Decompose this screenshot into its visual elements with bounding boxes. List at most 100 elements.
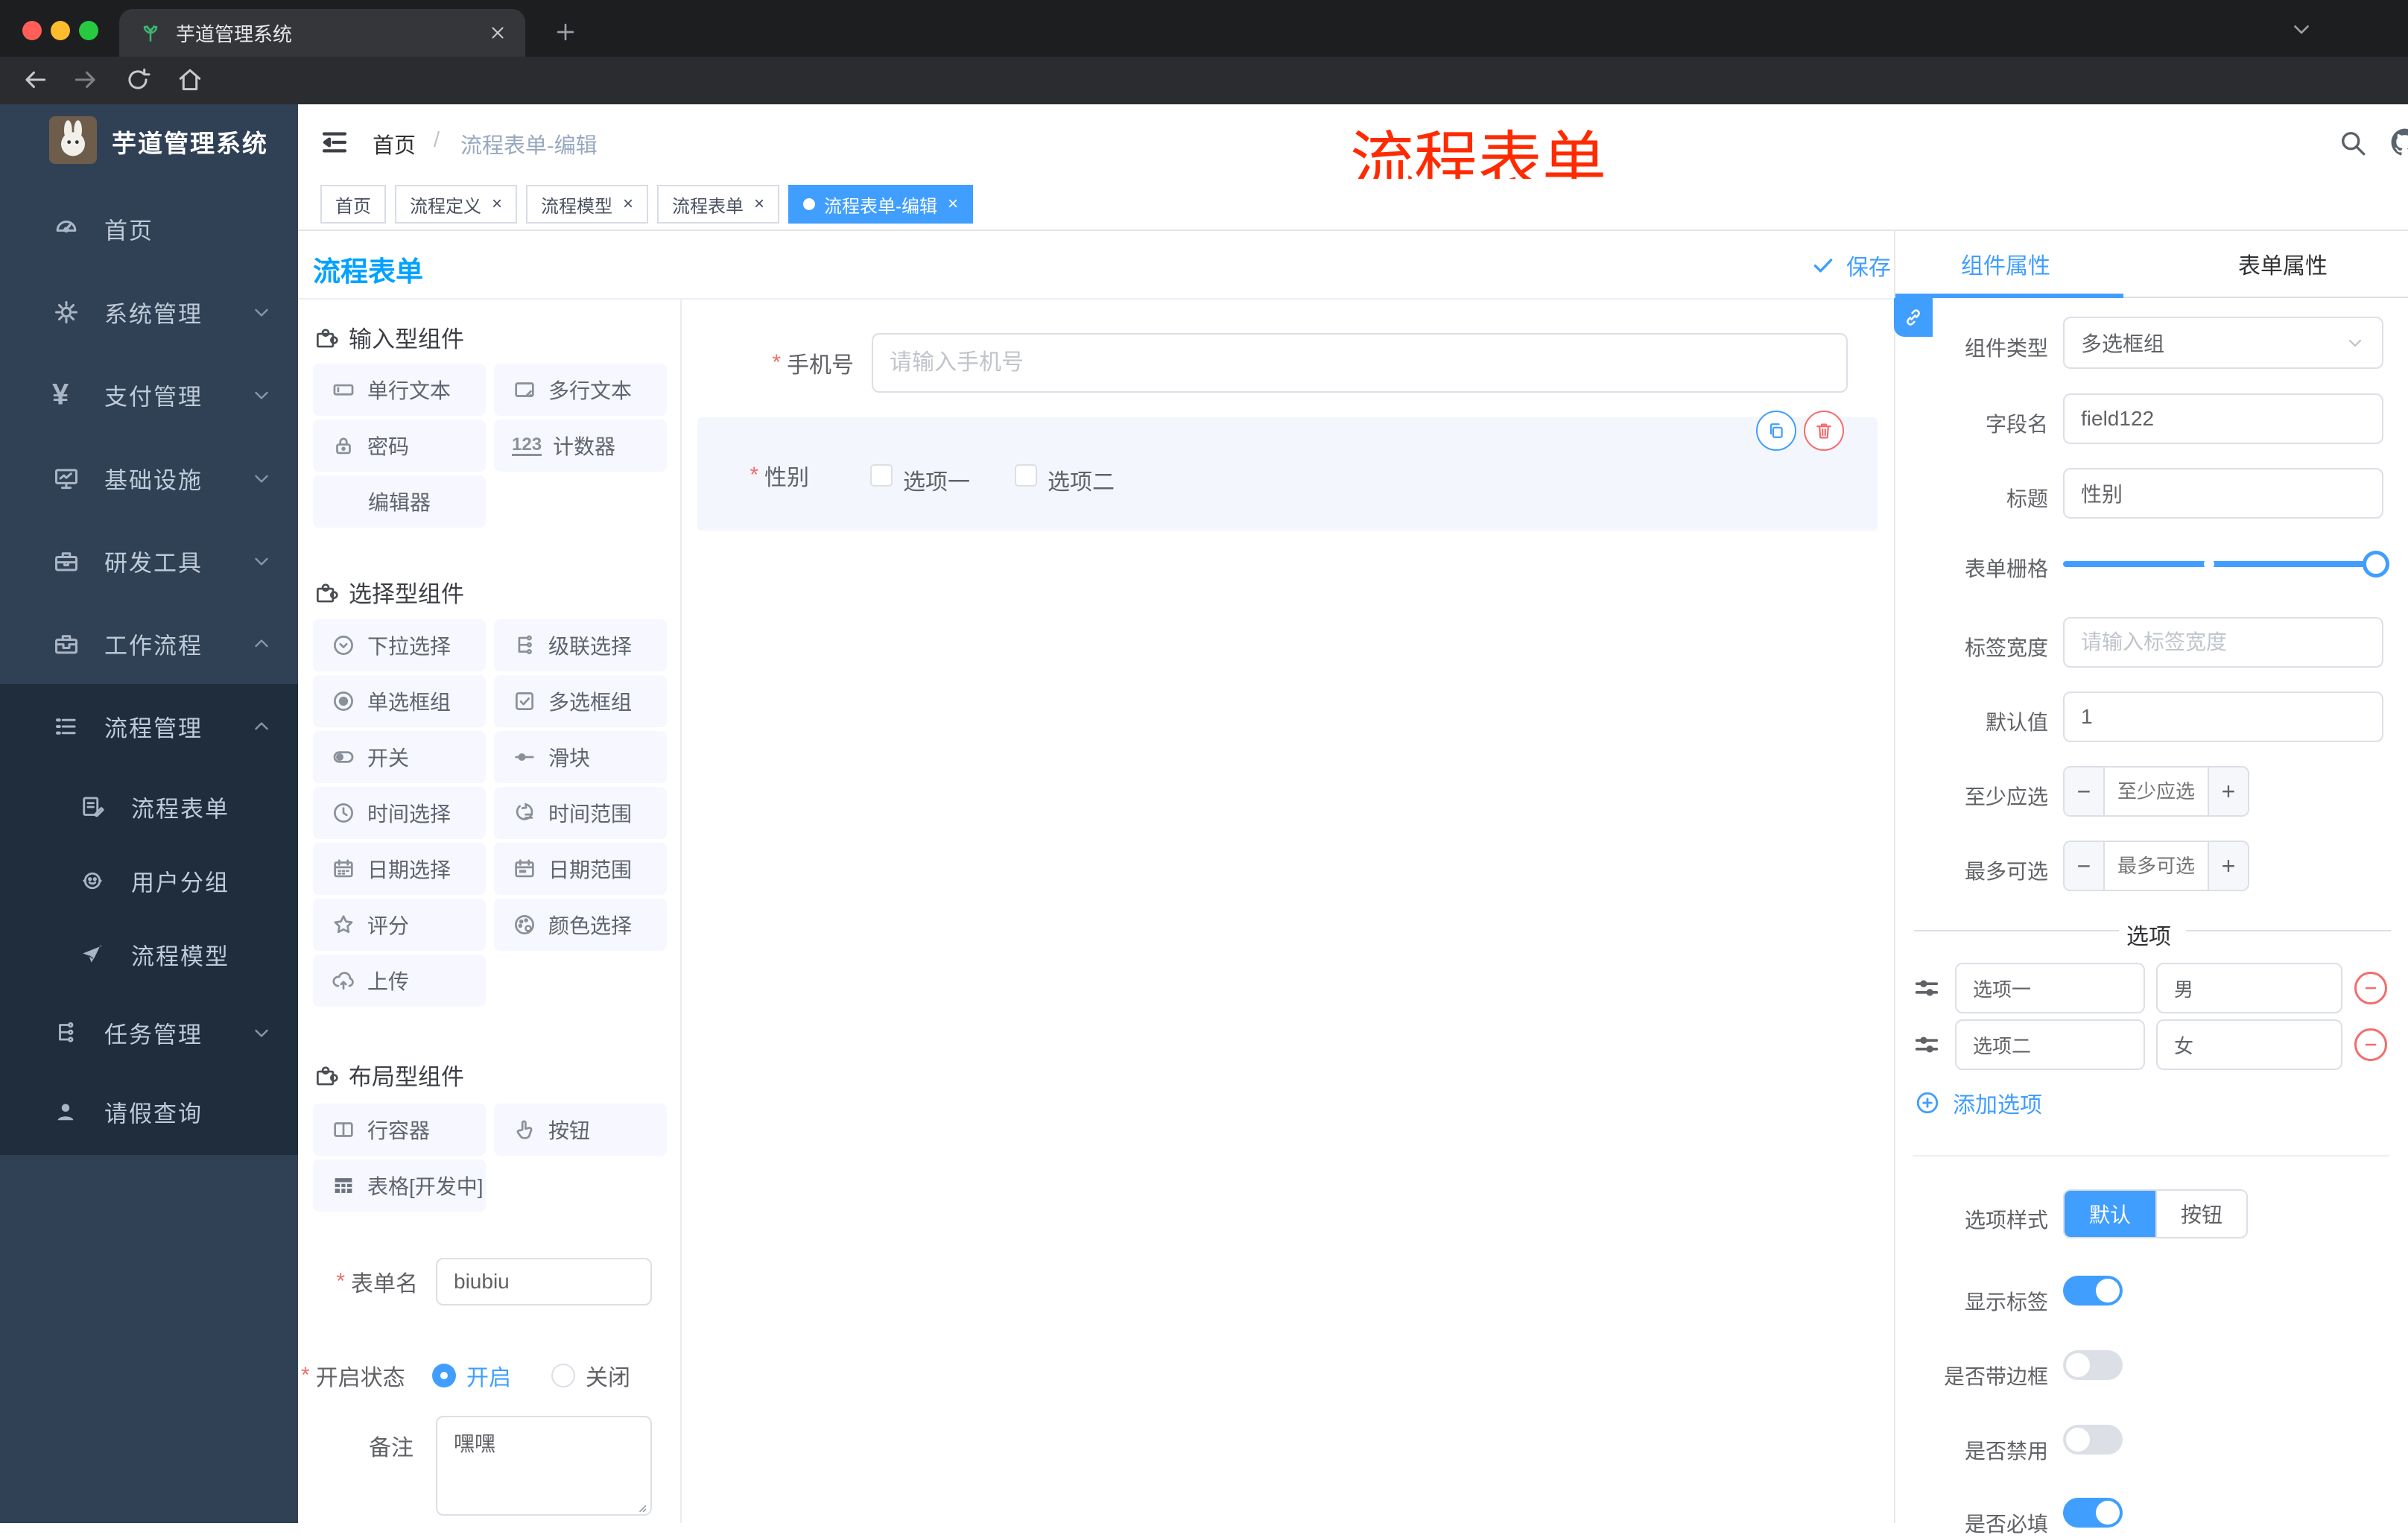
radio-on[interactable] bbox=[432, 1364, 456, 1387]
checkbox-option-1[interactable] bbox=[870, 464, 893, 487]
tag-process-definition[interactable]: 流程定义 × bbox=[395, 185, 518, 224]
tag-process-form-edit[interactable]: 流程表单-编辑 × bbox=[788, 185, 974, 224]
form-name-input[interactable] bbox=[436, 1258, 652, 1306]
minus-button[interactable]: − bbox=[2065, 842, 2105, 890]
palette-item-rate[interactable]: 评分 bbox=[313, 899, 486, 951]
collapse-panel-tab[interactable] bbox=[1894, 298, 1933, 337]
breadcrumb[interactable]: 首页 bbox=[373, 128, 416, 159]
option-1-name-input[interactable] bbox=[1955, 963, 2145, 1013]
plus-button[interactable]: + bbox=[2208, 842, 2248, 890]
hamburger-icon[interactable] bbox=[319, 127, 350, 158]
title-input[interactable] bbox=[2063, 468, 2383, 519]
drag-handle-icon[interactable] bbox=[1912, 1030, 1942, 1060]
delete-field-button[interactable] bbox=[1804, 411, 1844, 451]
palette-item-counter[interactable]: 123 计数器 bbox=[494, 420, 667, 472]
reload-icon[interactable] bbox=[124, 66, 152, 94]
style-button-button[interactable]: 按钮 bbox=[2155, 1191, 2246, 1237]
minimize-window-button[interactable] bbox=[51, 21, 70, 40]
min-select-input[interactable] bbox=[2105, 779, 2208, 804]
drag-handle-icon[interactable] bbox=[1912, 973, 1942, 1003]
checkbox-option-2[interactable] bbox=[1015, 464, 1037, 487]
close-icon[interactable]: × bbox=[623, 195, 633, 213]
sidebar-item-system[interactable]: 系统管理 bbox=[0, 272, 298, 352]
tag-home[interactable]: 首页 bbox=[320, 185, 386, 224]
palette-item-slider[interactable]: 滑块 bbox=[494, 731, 667, 783]
sidebar-item-process-form[interactable]: 流程表单 bbox=[0, 767, 298, 847]
sidebar-item-payment[interactable]: ¥ 支付管理 bbox=[0, 355, 298, 435]
style-default-button[interactable]: 默认 bbox=[2065, 1191, 2155, 1237]
palette-item-button[interactable]: 按钮 bbox=[494, 1104, 667, 1156]
palette-item-cascader[interactable]: 级联选择 bbox=[494, 619, 667, 671]
palette-item-editor[interactable]: 编辑器 bbox=[313, 475, 486, 528]
resize-handle-icon[interactable] bbox=[632, 1498, 648, 1514]
sidebar-logo[interactable]: 芋道管理系统 bbox=[0, 104, 298, 179]
radio-off-label[interactable]: 关闭 bbox=[586, 1359, 630, 1392]
forward-icon[interactable] bbox=[72, 66, 100, 94]
save-button[interactable]: 保存 bbox=[1810, 249, 1891, 282]
palette-item-switch[interactable]: 开关 bbox=[313, 731, 486, 783]
maximize-window-button[interactable] bbox=[79, 21, 98, 40]
close-window-button[interactable] bbox=[22, 21, 42, 40]
palette-item-time-picker[interactable]: 时间选择 bbox=[313, 787, 486, 839]
sidebar-item-workflow[interactable]: 工作流程 bbox=[0, 604, 298, 684]
sidebar-item-infra[interactable]: 基础设施 bbox=[0, 438, 298, 519]
palette-item-single-text[interactable]: 单行文本 bbox=[313, 364, 486, 416]
component-type-select[interactable]: 多选框组 bbox=[2063, 317, 2383, 369]
plus-button[interactable]: + bbox=[2208, 768, 2248, 815]
option-2-name-input[interactable] bbox=[1955, 1019, 2145, 1070]
checkbox-option-2-label[interactable]: 选项二 bbox=[1048, 463, 1115, 496]
close-icon[interactable]: × bbox=[492, 195, 502, 213]
remove-option-button[interactable] bbox=[2354, 972, 2387, 1004]
tag-process-model[interactable]: 流程模型 × bbox=[526, 185, 649, 224]
radio-off[interactable] bbox=[551, 1364, 575, 1387]
close-icon[interactable]: × bbox=[948, 195, 958, 213]
palette-item-checkbox-group[interactable]: 多选框组 bbox=[494, 675, 667, 727]
palette-item-select[interactable]: 下拉选择 bbox=[313, 619, 486, 671]
close-icon[interactable] bbox=[488, 23, 507, 42]
remark-textarea[interactable]: 嘿嘿 bbox=[436, 1416, 652, 1516]
form-canvas[interactable]: *手机号 *性别 选项一 选项二 bbox=[682, 300, 1892, 1523]
option-1-value-input[interactable] bbox=[2156, 963, 2342, 1013]
palette-item-time-range[interactable]: 时间范围 bbox=[494, 787, 667, 839]
sidebar-item-devtools[interactable]: 研发工具 bbox=[0, 521, 298, 601]
tab-form-props[interactable]: 表单属性 bbox=[2238, 231, 2328, 297]
search-icon[interactable] bbox=[2336, 127, 2368, 158]
grid-slider-track[interactable] bbox=[2063, 561, 2376, 567]
palette-item-date-range[interactable]: 日期范围 bbox=[494, 843, 667, 895]
label-width-input[interactable] bbox=[2063, 617, 2383, 668]
max-select-input[interactable] bbox=[2105, 853, 2208, 879]
disabled-switch[interactable] bbox=[2063, 1425, 2123, 1455]
palette-item-multi-text[interactable]: 多行文本 bbox=[494, 364, 667, 416]
checkbox-option-1-label[interactable]: 选项一 bbox=[903, 463, 970, 496]
option-2-value-input[interactable] bbox=[2156, 1019, 2342, 1070]
phone-field-input[interactable] bbox=[872, 333, 1848, 393]
sidebar-item-home[interactable]: 首页 bbox=[0, 189, 298, 269]
sidebar-item-user-group[interactable]: 用户分组 bbox=[0, 841, 298, 921]
palette-item-color-picker[interactable]: 颜色选择 bbox=[494, 899, 667, 951]
radio-on-label[interactable]: 开启 bbox=[466, 1359, 511, 1392]
tab-component-props[interactable]: 组件属性 bbox=[1961, 231, 2050, 297]
add-option-button[interactable]: 添加选项 bbox=[1914, 1086, 2042, 1119]
remove-option-button[interactable] bbox=[2354, 1028, 2387, 1061]
required-switch[interactable] bbox=[2063, 1498, 2123, 1528]
new-tab-icon[interactable] bbox=[553, 19, 578, 45]
close-icon[interactable]: × bbox=[754, 195, 764, 213]
palette-item-password[interactable]: 密码 bbox=[313, 420, 486, 472]
tag-process-form[interactable]: 流程表单 × bbox=[657, 185, 780, 224]
border-switch[interactable] bbox=[2063, 1350, 2123, 1380]
sidebar-item-task-management[interactable]: 任务管理 bbox=[0, 993, 298, 1073]
home-icon[interactable] bbox=[176, 66, 204, 94]
sidebar-item-process-management[interactable]: 流程管理 bbox=[0, 686, 298, 767]
back-icon[interactable] bbox=[21, 66, 49, 94]
palette-item-radio-group[interactable]: 单选框组 bbox=[313, 675, 486, 727]
browser-tab[interactable]: 芋道管理系统 bbox=[119, 9, 525, 57]
palette-item-table[interactable]: 表格[开发中] bbox=[313, 1159, 486, 1212]
chevron-down-icon[interactable] bbox=[2289, 16, 2314, 42]
grid-slider-handle[interactable] bbox=[2363, 551, 2389, 577]
palette-item-date-picker[interactable]: 日期选择 bbox=[313, 843, 486, 895]
show-label-switch[interactable] bbox=[2063, 1276, 2123, 1306]
sidebar-item-process-model[interactable]: 流程模型 bbox=[0, 914, 298, 995]
default-value-input[interactable] bbox=[2063, 692, 2383, 742]
palette-item-row-container[interactable]: 行容器 bbox=[313, 1104, 486, 1156]
minus-button[interactable]: − bbox=[2065, 768, 2105, 815]
